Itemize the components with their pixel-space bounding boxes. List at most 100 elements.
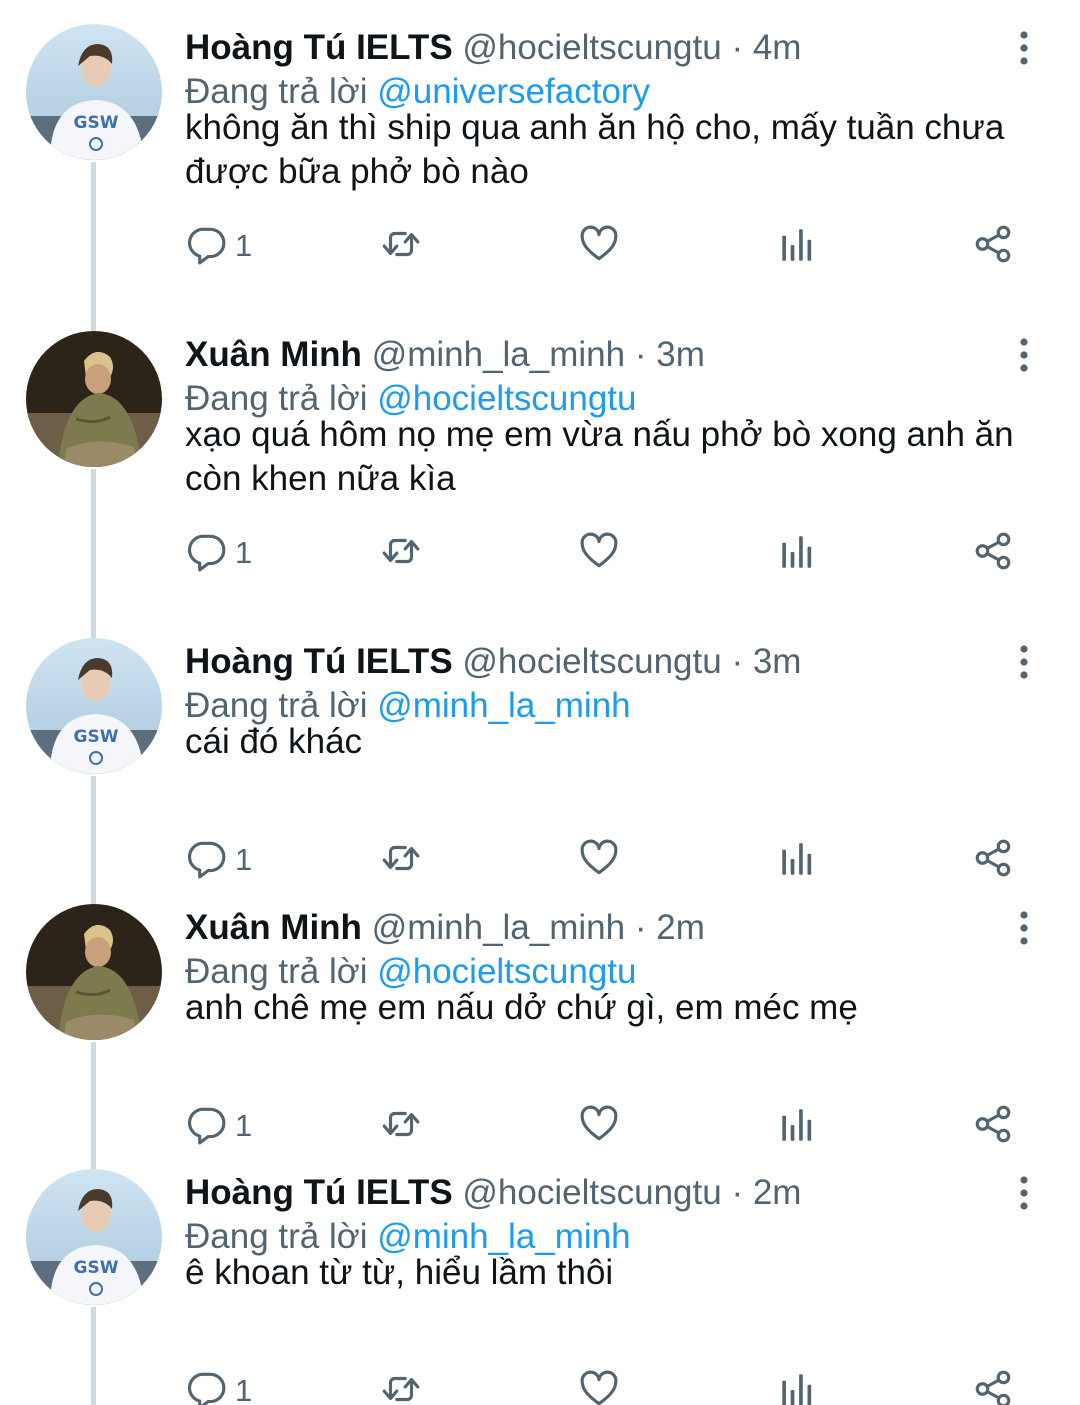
- more-vertical-icon[interactable]: [1004, 642, 1044, 682]
- reply-count: 1: [235, 1373, 253, 1405]
- tweet[interactable]: GSW Hoàng Tú IELTS @hocieltscungtu · 2m Đa…: [0, 1145, 1080, 1405]
- svg-text:GSW: GSW: [74, 727, 119, 747]
- separator-dot: ·: [634, 335, 647, 374]
- share-button[interactable]: [972, 1102, 1014, 1150]
- author-handle[interactable]: @hocieltscungtu: [462, 642, 721, 681]
- share-button[interactable]: [972, 529, 1014, 577]
- author-handle[interactable]: @hocieltscungtu: [462, 1173, 721, 1212]
- retweet-button[interactable]: [380, 529, 422, 577]
- author-name[interactable]: Hoàng Tú IELTS: [185, 28, 453, 67]
- author-name[interactable]: Xuân Minh: [185, 335, 362, 374]
- more-vertical-icon[interactable]: [1004, 1173, 1044, 1213]
- reply-icon: [185, 1368, 227, 1405]
- tweet-text: ê khoan từ từ, hiểu lầm thôi: [185, 1251, 1045, 1295]
- like-button[interactable]: [578, 836, 620, 884]
- tweet[interactable]: GSW Hoàng Tú IELTS @hocieltscungtu · 4m Đa…: [0, 0, 1080, 335]
- reply-thread: GSW Hoàng Tú IELTS @hocieltscungtu · 4m Đa…: [0, 0, 1080, 1405]
- tweet-text-line: còn khen nữa kìa: [185, 459, 456, 498]
- more-vertical-icon[interactable]: [1004, 28, 1044, 68]
- reply-button[interactable]: 1: [185, 1102, 252, 1150]
- tweet-actions: 1: [0, 222, 1080, 270]
- retweet-button[interactable]: [380, 1102, 422, 1150]
- reply-button[interactable]: 1: [185, 222, 252, 270]
- reply-count: 1: [235, 535, 253, 570]
- analytics-icon: [776, 223, 818, 270]
- more-vertical-icon[interactable]: [1004, 908, 1044, 948]
- tweet-timestamp[interactable]: 2m: [753, 1173, 802, 1212]
- like-button[interactable]: [578, 1367, 620, 1405]
- author-handle[interactable]: @minh_la_minh: [372, 908, 625, 947]
- reply-count: 1: [235, 228, 253, 263]
- tweet-actions: 1: [0, 529, 1080, 577]
- tweet-actions: 1: [0, 836, 1080, 884]
- tweet-header: Hoàng Tú IELTS @hocieltscungtu · 2m: [185, 1171, 801, 1215]
- share-icon: [972, 530, 1014, 577]
- like-button[interactable]: [578, 222, 620, 270]
- tweet[interactable]: Xuân Minh @minh_la_minh · 2m Đang trả lời…: [0, 880, 1080, 1173]
- reply-button[interactable]: 1: [185, 836, 252, 884]
- analytics-button[interactable]: [776, 529, 818, 577]
- analytics-button[interactable]: [776, 1367, 818, 1405]
- tweet-text-line: ê khoan từ từ, hiểu lầm thôi: [185, 1253, 614, 1292]
- tweet-text-line: xạo quá hôm nọ mẹ em vừa nấu phở bò xong…: [185, 415, 1014, 454]
- reply-icon: [185, 530, 227, 577]
- reply-icon: [185, 223, 227, 270]
- like-button[interactable]: [578, 529, 620, 577]
- like-icon: [578, 223, 620, 270]
- tweet-header: Xuân Minh @minh_la_minh · 3m: [185, 333, 705, 377]
- analytics-button[interactable]: [776, 222, 818, 270]
- author-handle[interactable]: @minh_la_minh: [372, 335, 625, 374]
- tweet-text-line: được bữa phở bò nào: [185, 152, 529, 191]
- retweet-icon: [380, 1103, 422, 1150]
- analytics-icon: [776, 530, 818, 577]
- avatar[interactable]: [26, 904, 162, 1040]
- tweet-actions: 1: [0, 1367, 1080, 1405]
- analytics-button[interactable]: [776, 1102, 818, 1150]
- avatar[interactable]: GSW: [26, 638, 162, 774]
- share-icon: [972, 837, 1014, 884]
- tweet-text-line: cái đó khác: [185, 722, 363, 761]
- avatar[interactable]: [26, 331, 162, 467]
- like-icon: [578, 1103, 620, 1150]
- retweet-icon: [380, 530, 422, 577]
- reply-button[interactable]: 1: [185, 1367, 252, 1405]
- more-vertical-icon[interactable]: [1004, 335, 1044, 375]
- reply-icon: [185, 837, 227, 884]
- avatar[interactable]: GSW: [26, 1169, 162, 1305]
- tweet-text: cái đó khác: [185, 720, 1045, 764]
- author-name[interactable]: Xuân Minh: [185, 908, 362, 947]
- author-name[interactable]: Hoàng Tú IELTS: [185, 1173, 453, 1212]
- tweet-timestamp[interactable]: 4m: [753, 28, 802, 67]
- share-button[interactable]: [972, 1367, 1014, 1405]
- retweet-button[interactable]: [380, 836, 422, 884]
- share-icon: [972, 1103, 1014, 1150]
- retweet-button[interactable]: [380, 1367, 422, 1405]
- share-button[interactable]: [972, 222, 1014, 270]
- tweet[interactable]: GSW Hoàng Tú IELTS @hocieltscungtu · 3m Đa…: [0, 614, 1080, 908]
- separator-dot: ·: [731, 642, 744, 681]
- tweet-text: không ăn thì ship qua anh ăn hộ cho, mấy…: [185, 106, 1045, 194]
- tweet-text: anh chê mẹ em nấu dở chứ gì, em méc mẹ: [185, 986, 1045, 1030]
- avatar[interactable]: GSW: [26, 24, 162, 160]
- like-button[interactable]: [578, 1102, 620, 1150]
- tweet-text-line: anh chê mẹ em nấu dở chứ gì, em méc mẹ: [185, 988, 858, 1027]
- share-icon: [972, 223, 1014, 270]
- analytics-button[interactable]: [776, 836, 818, 884]
- reply-button[interactable]: 1: [185, 529, 252, 577]
- tweet-text: xạo quá hôm nọ mẹ em vừa nấu phở bò xong…: [185, 413, 1045, 501]
- tweet-timestamp[interactable]: 3m: [753, 642, 802, 681]
- share-button[interactable]: [972, 836, 1014, 884]
- retweet-icon: [380, 1368, 422, 1405]
- author-name[interactable]: Hoàng Tú IELTS: [185, 642, 453, 681]
- analytics-icon: [776, 1368, 818, 1405]
- separator-dot: ·: [731, 28, 744, 67]
- analytics-icon: [776, 1103, 818, 1150]
- like-icon: [578, 530, 620, 577]
- tweet-timestamp[interactable]: 3m: [656, 335, 705, 374]
- author-handle[interactable]: @hocieltscungtu: [462, 28, 721, 67]
- tweet-timestamp[interactable]: 2m: [656, 908, 705, 947]
- share-icon: [972, 1368, 1014, 1405]
- retweet-button[interactable]: [380, 222, 422, 270]
- tweet-header: Hoàng Tú IELTS @hocieltscungtu · 3m: [185, 640, 801, 684]
- tweet[interactable]: Xuân Minh @minh_la_minh · 3m Đang trả lời…: [0, 307, 1080, 642]
